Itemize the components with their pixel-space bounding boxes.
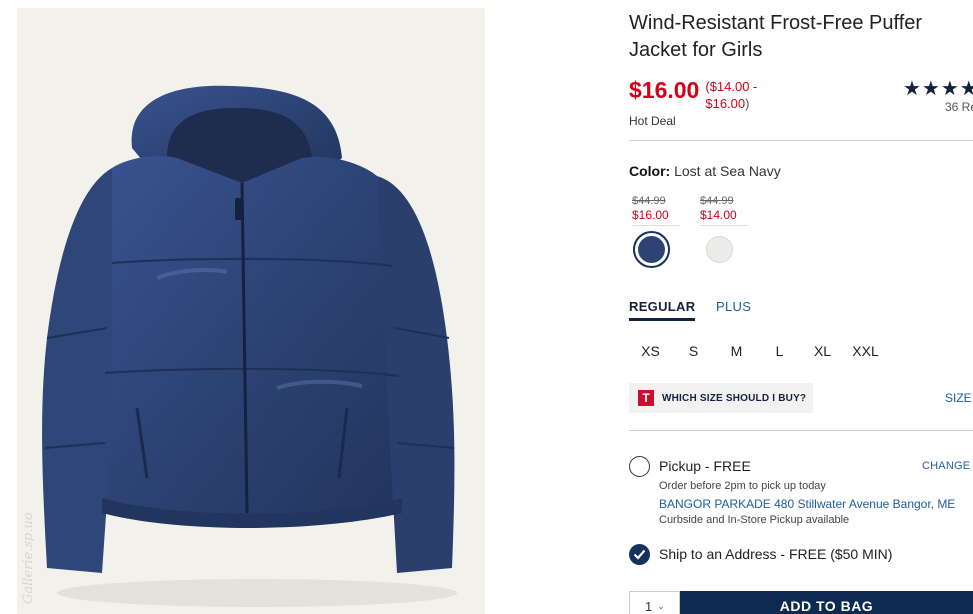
pickup-radio[interactable]	[629, 456, 650, 477]
review-count-link[interactable]: 36 Re	[945, 100, 973, 114]
swatch-old-price: $44.99	[700, 195, 734, 207]
size-option-s[interactable]: S	[672, 342, 715, 360]
add-to-bag-button[interactable]: ADD TO BAG	[680, 591, 973, 614]
quantity-value: 1	[645, 598, 653, 614]
color-swatch-navy[interactable]	[633, 231, 670, 268]
jacket-image	[42, 85, 457, 607]
divider	[629, 140, 973, 141]
watermark: Gallerie.sp.uo	[21, 512, 36, 604]
pickup-cutoff-text: Order before 2pm to pick up today	[659, 480, 826, 492]
product-image[interactable]: Gallerie.sp.uo	[17, 8, 485, 614]
size-option-m[interactable]: M	[715, 342, 758, 360]
ship-radio[interactable]	[629, 544, 650, 565]
swatch-old-price: $44.99	[632, 195, 666, 207]
tab-regular[interactable]: REGULAR	[629, 299, 696, 321]
price-range-close: )	[745, 96, 750, 111]
size-option-xxl[interactable]: XXL	[844, 342, 887, 360]
size-selector: XS S M L XL XXL	[629, 342, 887, 360]
price-range-line1: ($14.00 -	[705, 79, 758, 94]
pickup-label: Pickup - FREE	[659, 458, 751, 474]
size-option-l[interactable]: L	[758, 342, 801, 360]
ship-label: Ship to an Address - FREE ($50 MIN)	[659, 546, 893, 562]
which-size-label: WHICH SIZE SHOULD I BUY?	[662, 392, 807, 404]
hot-deal-badge: Hot Deal	[629, 114, 676, 128]
curbside-text: Curbside and In-Store Pickup available	[659, 514, 850, 526]
color-swatch-white[interactable]	[706, 236, 733, 263]
change-store-link[interactable]: CHANGE S	[922, 460, 973, 472]
price-row: $16.00 ($14.00 - $16.00)	[629, 76, 769, 112]
swatch-new-price: $16.00	[632, 208, 680, 226]
tab-plus[interactable]: PLUS	[716, 299, 751, 314]
chevron-down-icon: ⌄	[657, 600, 665, 611]
price-range: ($14.00 - $16.00)	[705, 78, 769, 112]
current-price: $16.00	[629, 77, 700, 103]
t-logo-icon: T	[638, 390, 654, 406]
price-range-line2: $16.00	[705, 96, 746, 111]
quantity-select[interactable]: 1 ⌄	[629, 591, 680, 614]
size-option-xs[interactable]: XS	[629, 342, 672, 360]
swatch-new-price: $14.00	[700, 208, 748, 226]
store-address-link[interactable]: BANGOR PARKADE 480 Stillwater Avenue Ban…	[659, 497, 955, 511]
size-option-xl[interactable]: XL	[801, 342, 844, 360]
color-label: Color: Lost at Sea Navy	[629, 163, 781, 179]
size-chart-link[interactable]: SIZE	[945, 391, 972, 405]
swatch-price-white: $44.99 $14.00	[700, 195, 752, 226]
color-value: Lost at Sea Navy	[674, 163, 781, 179]
color-label-key: Color:	[629, 163, 671, 179]
swatch-price-navy: $44.99 $16.00	[632, 195, 684, 226]
divider	[629, 430, 973, 431]
product-title: Wind-Resistant Frost-Free Puffer Jacket …	[629, 12, 923, 61]
star-rating-icon[interactable]: ★★★★	[903, 76, 973, 101]
checkmark-icon	[633, 549, 646, 560]
which-size-button[interactable]: T WHICH SIZE SHOULD I BUY?	[629, 383, 813, 413]
navy-swatch-fill	[638, 236, 665, 263]
